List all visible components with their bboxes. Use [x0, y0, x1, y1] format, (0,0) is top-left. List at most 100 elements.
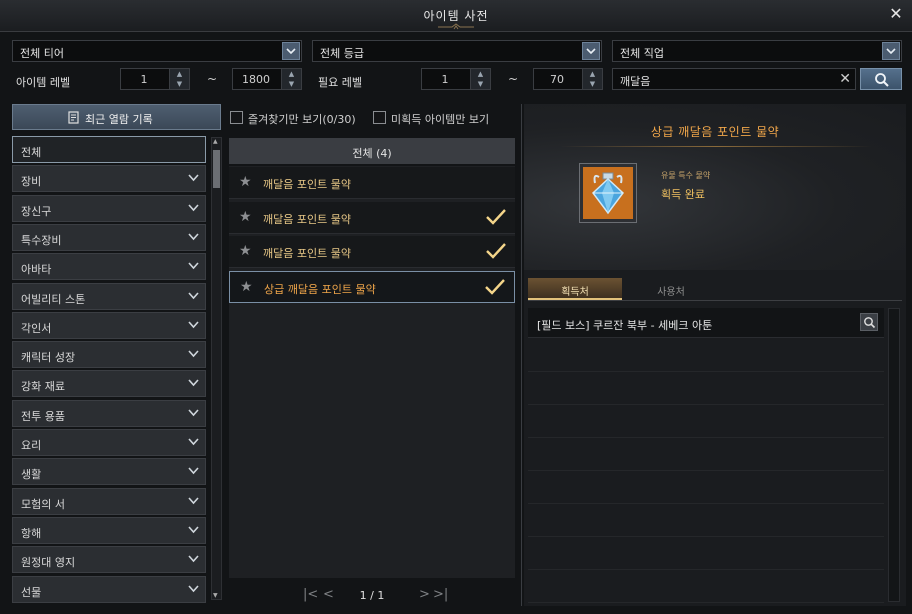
chevron-down-icon [188, 350, 199, 358]
arrow-up-icon[interactable]: ▲ [213, 138, 218, 145]
list-item[interactable]: ★ 상급 깨달음 포인트 물약 [229, 270, 515, 303]
list-item-name: 상급 깨달음 포인트 물약 [264, 282, 376, 296]
search-button[interactable] [860, 68, 902, 90]
sidebar-item[interactable]: 캐릭터 성장 [12, 341, 206, 369]
source-label: [필드 보스] 쿠르잔 북부 - 세베크 아툰 [537, 319, 713, 332]
sidebar-item-label: 캐릭터 성장 [21, 351, 76, 365]
stepper[interactable]: ▲ ▼ [470, 69, 490, 89]
tab-use[interactable]: 사용처 [624, 278, 718, 300]
recent-history-button[interactable]: 최근 열람 기록 [12, 104, 221, 130]
sidebar-item-label: 어빌리티 스톤 [21, 292, 86, 306]
arrow-up-icon[interactable]: ▲ [471, 69, 490, 79]
item-list-count: 전체 (4) [352, 147, 392, 160]
star-icon[interactable]: ★ [240, 279, 253, 295]
chevron-down-icon [582, 42, 600, 60]
sidebar-item[interactable]: 원정대 영지 [12, 546, 206, 574]
tab-acquire[interactable]: 획득처 [528, 278, 622, 300]
search-input[interactable]: 깨달음 ✕ [612, 68, 856, 90]
arrow-down-icon[interactable]: ▼ [282, 79, 301, 89]
sidebar-item[interactable]: 장신구 [12, 194, 206, 222]
sidebar-item[interactable]: 생활 [12, 458, 206, 486]
arrow-down-icon[interactable]: ▼ [583, 79, 602, 89]
item-level-max-input[interactable]: 1800 ▲ ▼ [232, 68, 302, 90]
checkmark-icon [485, 278, 505, 295]
sidebar-item[interactable]: 각인서 [12, 311, 206, 339]
item-level-max-value: 1800 [242, 73, 270, 86]
title-ornament-icon [438, 23, 474, 30]
empty-source-row [528, 372, 884, 405]
item-detail-title: 상급 깨달음 포인트 물약 [650, 125, 780, 139]
star-icon[interactable]: ★ [239, 174, 252, 190]
category-scrollbar[interactable]: ▲ ▼ [211, 137, 222, 600]
required-level-min-input[interactable]: 1 ▲ ▼ [421, 68, 491, 90]
chevron-down-icon [188, 262, 199, 270]
chevron-down-icon [188, 584, 199, 592]
arrow-down-icon[interactable]: ▼ [471, 79, 490, 89]
sidebar-item[interactable]: 어빌리티 스톤 [12, 282, 206, 310]
item-detail-status: 획득 완료 [661, 188, 705, 201]
list-item[interactable]: ★ 깨달음 포인트 물약 [229, 167, 515, 199]
clear-icon[interactable]: ✕ [839, 71, 851, 87]
arrow-down-icon[interactable]: ▼ [213, 592, 218, 599]
search-input-value: 깨달음 [620, 75, 651, 88]
tab-acquire-label: 획득처 [561, 287, 589, 298]
arrow-up-icon[interactable]: ▲ [170, 69, 189, 79]
arrow-up-icon[interactable]: ▲ [282, 69, 301, 79]
sidebar-item[interactable]: 요리 [12, 429, 206, 456]
grade-dropdown[interactable]: 전체 등급 [312, 40, 602, 62]
title-bar: 아이템 사전 ✕ [0, 0, 912, 32]
source-row[interactable]: [필드 보스] 쿠르잔 북부 - 세베크 아툰 [528, 308, 884, 338]
favorites-checkbox[interactable] [230, 111, 243, 124]
stepper[interactable]: ▲ ▼ [169, 69, 189, 89]
sidebar-item-label: 강화 재료 [21, 380, 65, 394]
required-level-max-input[interactable]: 70 ▲ ▼ [533, 68, 603, 90]
chevron-down-icon [188, 438, 199, 446]
list-item[interactable]: ★ 깨달음 포인트 물약 [229, 236, 515, 268]
required-level-min-value: 1 [441, 73, 449, 86]
job-dropdown[interactable]: 전체 직업 [612, 40, 902, 62]
list-item-name: 깨달음 포인트 물약 [263, 247, 351, 260]
page-indicator: 1 / 1 [359, 589, 385, 602]
last-page-icon[interactable]: >| [433, 587, 448, 602]
star-icon[interactable]: ★ [239, 243, 252, 259]
sidebar-item[interactable]: 전투 용품 [12, 399, 206, 427]
sidebar-item[interactable]: 전체 [12, 136, 206, 163]
chevron-down-icon [188, 204, 199, 211]
item-list-header: 전체 (4) [229, 138, 515, 164]
chevron-down-icon [188, 233, 199, 241]
item-level-min-input[interactable]: 1 ▲ ▼ [120, 68, 190, 90]
sidebar-item-label: 전투 용품 [21, 409, 65, 423]
chevron-down-icon [188, 497, 199, 504]
sidebar-item[interactable]: 아바타 [12, 253, 206, 281]
empty-source-row [528, 471, 884, 504]
required-level-max-value: 70 [550, 73, 564, 86]
stepper[interactable]: ▲ ▼ [582, 69, 602, 89]
unacquired-checkbox-label: 미획득 아이템만 보기 [391, 113, 490, 126]
scrollbar-thumb[interactable] [213, 150, 220, 188]
sidebar-item-label: 아바타 [21, 263, 52, 277]
tier-dropdown[interactable]: 전체 티어 [12, 40, 302, 62]
list-item[interactable]: ★ 깨달음 포인트 물약 [229, 201, 515, 234]
unacquired-checkbox[interactable] [373, 111, 386, 124]
next-page-icon[interactable]: > [419, 587, 430, 602]
checkmark-icon [486, 243, 506, 259]
sidebar-item-label: 모험의 서 [21, 497, 65, 511]
star-icon[interactable]: ★ [239, 209, 252, 225]
source-scrollbar[interactable] [888, 308, 900, 602]
search-icon [875, 73, 889, 87]
sidebar-item[interactable]: 선물 [12, 575, 206, 603]
arrow-up-icon[interactable]: ▲ [583, 69, 602, 79]
search-icon[interactable] [860, 313, 878, 331]
item-detail-grade: 유물 특수 물약 [661, 171, 711, 180]
sidebar-item[interactable]: 강화 재료 [12, 370, 206, 398]
item-level-label: 아이템 레벨 [16, 76, 71, 89]
close-icon[interactable]: ✕ [888, 6, 904, 22]
sidebar-item[interactable]: 특수장비 [12, 223, 206, 251]
sidebar-item[interactable]: 모험의 서 [12, 487, 206, 515]
sidebar-item[interactable]: 장비 [12, 165, 206, 193]
pagination: |< < 1 / 1 > >| [229, 584, 515, 608]
arrow-down-icon[interactable]: ▼ [170, 79, 189, 89]
tab-use-label: 사용처 [657, 287, 685, 298]
stepper[interactable]: ▲ ▼ [281, 69, 301, 89]
sidebar-item[interactable]: 항해 [12, 516, 206, 544]
